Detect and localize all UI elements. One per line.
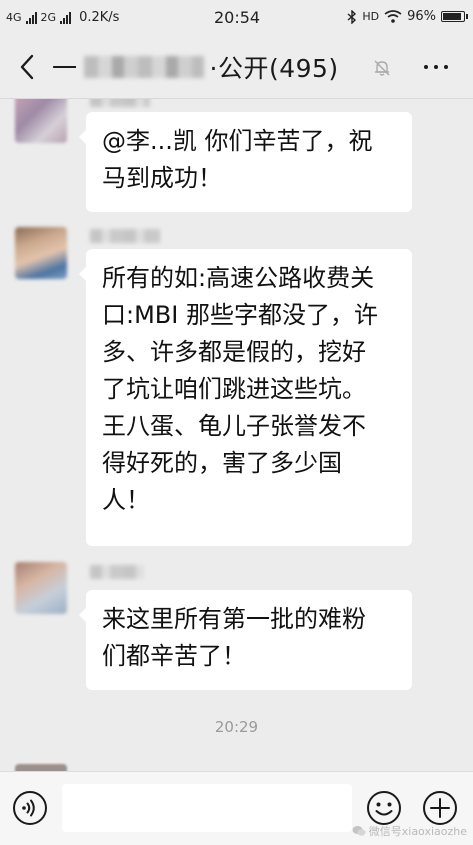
message-line: 多、许多都是假的，挖好 <box>102 338 366 366</box>
message-bubble[interactable]: 来这里所有第一批的难粉 们都辛苦了！ <box>79 590 412 690</box>
bell-off-icon <box>374 60 390 76</box>
message-bubble[interactable]: @李...凯 你们辛苦了，祝 马到成功！ <box>79 112 412 212</box>
signal-icon <box>60 11 72 24</box>
redacted-sender-name <box>90 565 144 579</box>
message-line: 们都辛苦了！ <box>102 642 246 670</box>
watermark: 微信号xiaoxiaozhe <box>352 823 467 839</box>
message-line: 马到成功！ <box>102 164 222 192</box>
message-line: 口:MBI 那些字都没了，许 <box>102 301 378 329</box>
more-dots-icon <box>424 65 428 69</box>
time-divider: 20:29 <box>214 718 259 736</box>
system-indicators: HD 96% <box>347 9 468 24</box>
chat-header: 一 ·公开(495) <box>0 36 473 99</box>
chat-title-suffix: ·公开(495) <box>209 54 339 83</box>
message-line: 王八蛋、龟儿子张誉发不 <box>102 412 366 440</box>
hd-indicator: HD <box>362 10 380 23</box>
status-bar: 4G 2G 0.2K/s 20:54 HD 96% <box>0 0 473 36</box>
redacted-sender-name <box>90 99 150 107</box>
battery-level <box>443 13 461 20</box>
back-button[interactable] <box>10 50 44 84</box>
network-type-2: 2G <box>40 11 57 24</box>
message-line: 所有的如:高速公路收费关 <box>102 264 375 292</box>
bluetooth-icon <box>347 9 357 24</box>
network-type-1: 4G <box>6 11 22 24</box>
network-speed: 0.2K/s <box>79 10 120 25</box>
message-input[interactable] <box>62 784 352 832</box>
message-line: @李...凯 你们辛苦了，祝 <box>102 127 373 155</box>
signal-icon <box>25 11 37 24</box>
network-indicators: 4G 2G 0.2K/s <box>6 10 119 25</box>
wifi-icon <box>384 10 402 23</box>
wechat-logo-icon <box>352 826 366 836</box>
voice-icon[interactable] <box>12 790 48 826</box>
battery-icon <box>441 11 468 22</box>
message-line: 人！ <box>102 486 150 514</box>
chevron-left-icon <box>20 54 34 80</box>
more-button[interactable] <box>414 50 458 84</box>
plus-icon[interactable] <box>422 790 458 826</box>
status-time: 20:54 <box>214 8 261 27</box>
input-bar: 微信号xiaoxiaozhe <box>0 771 473 845</box>
redacted-group-name <box>83 56 204 78</box>
message-line: 得好死的，害了多少国 <box>102 449 342 477</box>
avatar[interactable] <box>15 562 67 614</box>
avatar[interactable] <box>15 764 67 771</box>
chat-title: 一 ·公开(495) <box>52 50 339 84</box>
message-line: 来这里所有第一批的难粉 <box>102 605 366 633</box>
message-bubble[interactable]: 所有的如:高速公路收费关 口:MBI 那些字都没了，许 多、许多都是假的，挖好 … <box>79 249 412 546</box>
message-list[interactable]: @李...凯 你们辛苦了，祝 马到成功！ 所有的如:高速公路收费关 口:MBI … <box>0 99 473 771</box>
watermark-text: 微信号xiaoxiaozhe <box>368 825 467 838</box>
redacted-sender-name <box>90 229 160 243</box>
message-line: 了坑让咱们跳进这些坑。 <box>102 375 366 403</box>
avatar[interactable] <box>15 99 67 143</box>
battery-percent: 96% <box>407 9 436 24</box>
avatar[interactable] <box>15 227 67 279</box>
emoji-icon[interactable] <box>366 790 402 826</box>
chat-title-prefix: 一 <box>52 54 78 83</box>
